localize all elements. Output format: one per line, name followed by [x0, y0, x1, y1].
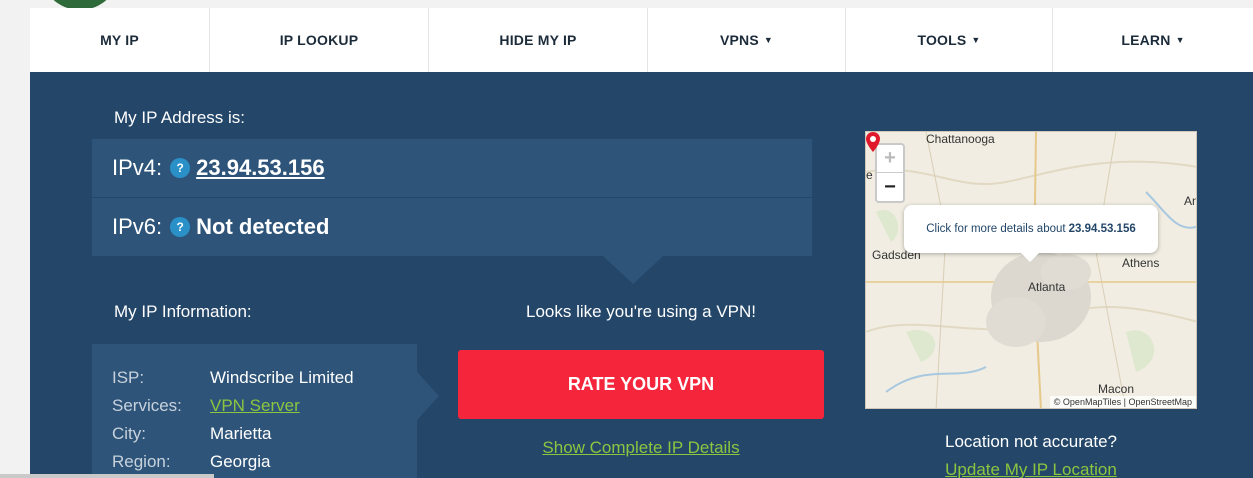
rate-vpn-button[interactable]: RATE YOUR VPN	[458, 350, 824, 419]
info-row-services: Services: VPN Server	[112, 396, 300, 416]
info-value: Marietta	[210, 424, 272, 443]
info-key: Services:	[112, 396, 182, 415]
info-value: Georgia	[210, 452, 271, 471]
nav-vpns[interactable]: VPNS ▼	[648, 8, 846, 72]
vpn-message: Looks like you're using a VPN!	[525, 302, 757, 321]
info-key: ISP:	[112, 368, 145, 387]
nav-my-ip[interactable]: MY IP	[30, 8, 210, 72]
zoom-control: + −	[875, 143, 905, 203]
info-arrow	[417, 372, 439, 420]
page: MY IP IP LOOKUP HIDE MY IP VPNS ▼ TOOLS …	[0, 0, 1253, 478]
map-pin-icon[interactable]	[866, 132, 880, 152]
nav-label: HIDE MY IP	[499, 32, 577, 48]
map-label-chattanooga: Chattanooga	[926, 132, 995, 146]
help-icon[interactable]: ?	[170, 158, 191, 178]
popup-ip: 23.94.53.156	[1068, 223, 1136, 235]
map-label-edge-right: An	[1184, 194, 1196, 208]
map-label-athens: Athens	[1122, 256, 1160, 270]
info-value: Windscribe Limited	[210, 368, 354, 387]
popup-text: Click for more details about	[926, 223, 1066, 235]
info-row-city: City: Marietta	[112, 424, 271, 444]
map-background	[866, 132, 1196, 408]
nav-label: LEARN	[1121, 32, 1171, 48]
help-icon[interactable]: ?	[170, 217, 191, 237]
caret-down-icon: ▼	[971, 35, 981, 45]
info-key: Region:	[112, 452, 171, 471]
nav-label: VPNS	[719, 32, 759, 48]
ip-heading: My IP Address is:	[114, 108, 246, 127]
zoom-in-button[interactable]: +	[877, 145, 903, 173]
map-label-atlanta: Atlanta	[1028, 280, 1066, 294]
nav-label: MY IP	[100, 32, 139, 48]
scrollbar[interactable]	[0, 474, 214, 478]
update-location-link[interactable]: Update My IP Location	[865, 460, 1197, 478]
nav-label: TOOLS	[917, 32, 967, 48]
caret-down-icon: ▼	[763, 35, 774, 45]
ipv6-label: IPv6:	[112, 214, 163, 239]
nav-learn[interactable]: LEARN ▼	[1053, 8, 1253, 72]
map-label-macon: Macon	[1098, 382, 1135, 396]
zoom-out-button[interactable]: −	[877, 173, 903, 201]
ipv4-row: IPv4: ? 23.94.53.156	[92, 139, 812, 197]
map-popup[interactable]: Click for more details about 23.94.53.15…	[904, 205, 1158, 253]
location-question: Location not accurate?	[944, 432, 1117, 451]
ipv6-value: Not detected	[196, 214, 330, 239]
main-nav: MY IP IP LOOKUP HIDE MY IP VPNS ▼ TOOLS …	[30, 8, 1253, 72]
nav-label: IP LOOKUP	[279, 32, 359, 48]
services-link[interactable]: VPN Server	[210, 396, 300, 416]
info-heading: My IP Information:	[114, 302, 252, 321]
map-label-edge-left: e	[866, 168, 873, 182]
ipv4-label: IPv4:	[112, 155, 163, 180]
ip-panel: My IP Address is: IPv4: ? 23.94.53.156 I…	[30, 72, 1253, 478]
location-map[interactable]: + − Chattanooga e An Gadsden Athens Atla…	[865, 131, 1197, 409]
pointer-arrow	[603, 256, 663, 284]
ipv6-row: IPv6: ? Not detected	[92, 198, 812, 256]
map-attribution[interactable]: © OpenMapTiles | OpenStreetMap	[1049, 396, 1196, 408]
complete-ip-details-link[interactable]: Show Complete IP Details	[458, 438, 824, 458]
info-box: ISP: Windscribe Limited Services: VPN Se…	[92, 344, 417, 478]
info-row-isp: ISP: Windscribe Limited	[112, 368, 354, 388]
nav-tools[interactable]: TOOLS ▼	[846, 8, 1053, 72]
caret-down-icon: ▼	[1175, 35, 1185, 45]
nav-hide-my-ip[interactable]: HIDE MY IP	[429, 8, 648, 72]
ipv4-value-link[interactable]: 23.94.53.156	[196, 155, 324, 181]
info-row-region: Region: Georgia	[112, 452, 270, 472]
info-key: City:	[112, 424, 146, 443]
nav-ip-lookup[interactable]: IP LOOKUP	[210, 8, 429, 72]
popup-tip	[1021, 253, 1039, 262]
